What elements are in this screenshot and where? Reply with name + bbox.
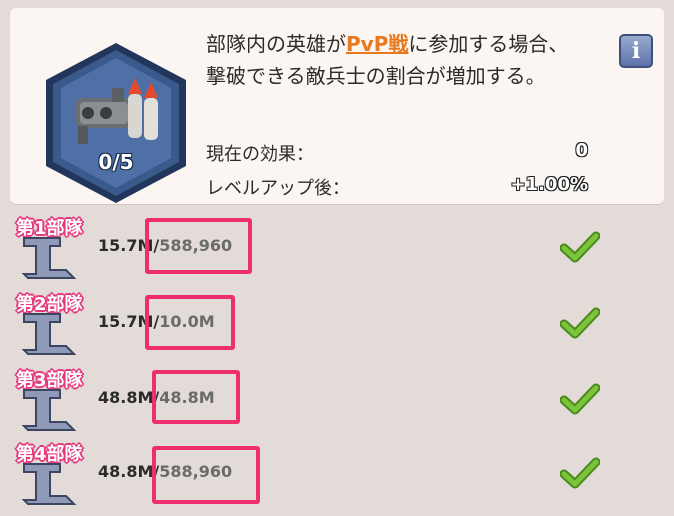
current-effect-value: 0 xyxy=(575,140,588,161)
after-levelup-value: +1.00% xyxy=(510,174,588,195)
info-button[interactable]: i xyxy=(619,34,653,68)
rocket-launcher-icon xyxy=(46,43,186,203)
annotation-box xyxy=(152,446,260,504)
team-rank-icon xyxy=(20,310,78,360)
team-rank-icon xyxy=(20,460,78,510)
annotation-box xyxy=(145,218,252,274)
description-text: 撃破できる敵兵士の割合が増加する。 xyxy=(206,64,546,88)
check-icon xyxy=(560,230,600,264)
team-row: 第3部隊 48.8M/48.8M xyxy=(0,366,674,442)
team-row: 第4部隊 48.8M/588,960 xyxy=(0,440,674,516)
skill-badge: 0/5 xyxy=(36,38,196,208)
after-levelup-label: レベルアップ後： xyxy=(206,178,350,199)
team-row: 第1部隊 15.7M/588,960 xyxy=(0,214,674,290)
check-icon xyxy=(560,456,600,490)
skill-description: 部隊内の英雄がPvP戦に参加する場合、 撃破できる敵兵士の割合が増加する。 xyxy=(206,28,606,92)
skill-level-count: 0/5 xyxy=(98,150,134,174)
check-icon xyxy=(560,306,600,340)
annotation-box xyxy=(152,370,240,424)
annotation-box xyxy=(145,295,235,350)
skill-info-panel: 0/5 部隊内の英雄がPvP戦に参加する場合、 撃破できる敵兵士の割合が増加する… xyxy=(10,8,664,204)
current-effect-label: 現在の効果： xyxy=(206,144,314,165)
check-icon xyxy=(560,382,600,416)
team-row: 第2部隊 15.7M/10.0M xyxy=(0,290,674,366)
team-rank-icon xyxy=(20,234,78,284)
description-text: 部隊内の英雄が xyxy=(206,32,346,56)
pvp-highlight: PvP戦 xyxy=(346,32,409,56)
damage-current: 48.8M xyxy=(98,462,154,481)
damage-current: 48.8M xyxy=(98,388,154,407)
description-text: に参加する場合、 xyxy=(408,32,569,56)
team-rank-icon xyxy=(20,386,78,436)
